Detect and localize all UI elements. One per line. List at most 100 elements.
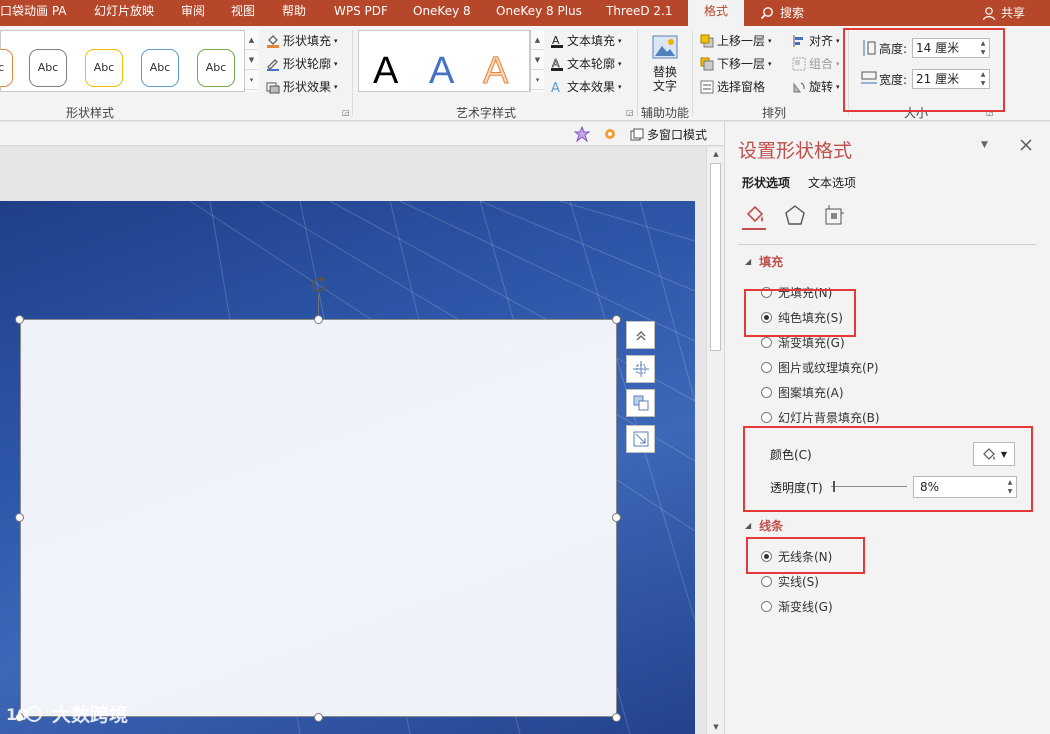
tab-threed[interactable]: ThreeD 2.1: [606, 0, 673, 26]
size-properties-icon[interactable]: [823, 204, 845, 226]
tab-slideshow[interactable]: 幻灯片放映: [94, 0, 154, 26]
group-label-shape-styles: 形状样式: [66, 106, 115, 120]
shape-effect-icon: [266, 82, 280, 93]
shape-style-orange[interactable]: Abc: [0, 49, 13, 87]
diagonal-arrow-icon: [633, 431, 648, 447]
resize-handle-ne[interactable]: [612, 315, 621, 324]
group-label-wordart: 艺术字样式: [456, 106, 517, 120]
shape-fill-button[interactable]: 形状填充 ▾: [266, 32, 338, 49]
send-backward-button[interactable]: 下移一层 ▾: [700, 55, 772, 72]
multi-window-button[interactable]: 多窗口模式: [630, 126, 707, 143]
effects-pentagon-icon[interactable]: [784, 204, 806, 226]
highlight-solid-fill: [744, 289, 856, 337]
group-label-accessibility: 辅助功能: [641, 106, 690, 120]
pane-options-icon[interactable]: ▼: [981, 140, 988, 150]
share-button[interactable]: 共享: [982, 0, 1025, 26]
search-box[interactable]: 搜索: [760, 0, 804, 26]
resize-shape-button[interactable]: [626, 425, 655, 453]
wordart-style-orange[interactable]: A: [482, 49, 508, 93]
share-label: 共享: [1001, 6, 1026, 20]
tab-wps-pdf[interactable]: WPS PDF: [334, 0, 388, 26]
gear-icon[interactable]: [602, 126, 618, 142]
resize-handle-n[interactable]: [314, 315, 323, 324]
close-icon[interactable]: [1020, 139, 1032, 151]
tab-format[interactable]: 格式: [688, 0, 744, 27]
dialog-launcher-icon[interactable]: ◲: [342, 108, 350, 117]
shape-style-gray[interactable]: Abc: [29, 49, 67, 87]
tab-onekey8[interactable]: OneKey 8: [413, 0, 471, 26]
text-fill-button[interactable]: A 文本填充 ▾: [550, 32, 622, 49]
tab-review[interactable]: 审阅: [181, 0, 205, 26]
fill-option-pattern[interactable]: 图案填充(A): [761, 384, 844, 401]
shape-style-gold[interactable]: Abc: [85, 49, 123, 87]
magic-star-icon[interactable]: [574, 126, 590, 142]
vertical-scrollbar[interactable]: ▲ ▼: [706, 147, 724, 734]
search-icon: [760, 7, 773, 20]
tab-onekey8-plus[interactable]: OneKey 8 Plus: [496, 0, 582, 26]
scroll-up-icon[interactable]: ▲: [531, 30, 544, 50]
layout-options-button[interactable]: [626, 321, 655, 349]
align-center-button[interactable]: [626, 355, 655, 383]
scroll-up-icon[interactable]: ▲: [245, 30, 258, 50]
radio-gradient-line[interactable]: [761, 601, 772, 612]
tab-shape-options[interactable]: 形状选项: [742, 174, 790, 191]
scroll-down-icon[interactable]: ▼: [707, 720, 725, 734]
active-tab-underline: [742, 228, 766, 230]
fill-section-header[interactable]: ◢ 填充: [745, 253, 783, 270]
resize-handle-nw[interactable]: [15, 315, 24, 324]
scroll-up-icon[interactable]: ▲: [707, 147, 725, 161]
wordart-scroll[interactable]: ▲ ▼ ▾: [530, 30, 544, 92]
radio-picture[interactable]: [761, 362, 772, 373]
shape-style-blue[interactable]: Abc: [141, 49, 179, 87]
selection-pane-button[interactable]: 选择窗格: [700, 78, 765, 95]
radio-pattern[interactable]: [761, 387, 772, 398]
shape-style-gallery: Abc Abc Abc Abc Abc: [0, 30, 258, 92]
tab-help[interactable]: 帮助: [282, 0, 306, 26]
fill-option-picture[interactable]: 图片或纹理填充(P): [761, 359, 879, 376]
wordart-style-black[interactable]: A: [373, 49, 398, 93]
text-effect-button[interactable]: A 文本效果 ▾: [550, 78, 622, 95]
resize-handle-s[interactable]: [314, 713, 323, 722]
line-option-gradient[interactable]: 渐变线(G): [761, 598, 833, 615]
scroll-down-icon[interactable]: ▼: [531, 50, 544, 70]
highlight-no-line: [746, 537, 865, 574]
svg-text:A: A: [551, 81, 560, 94]
wordart-style-blue[interactable]: A: [429, 49, 454, 93]
radio-gradient[interactable]: [761, 337, 772, 348]
arrange-order-button[interactable]: [626, 389, 655, 417]
more-icon[interactable]: ▾: [245, 70, 258, 90]
text-effect-icon: A: [551, 81, 560, 94]
watermark-logo-icon: 10: [6, 705, 42, 724]
scroll-thumb[interactable]: [710, 163, 721, 351]
target-icon: [632, 361, 649, 377]
resize-handle-e[interactable]: [612, 513, 621, 522]
rotate-handle-icon[interactable]: [307, 273, 331, 297]
tab-text-options[interactable]: 文本选项: [808, 174, 856, 191]
shape-style-green[interactable]: Abc: [197, 49, 235, 87]
shape-outline-button[interactable]: 形状轮廓 ▾: [266, 55, 338, 72]
line-section-header[interactable]: ◢ 线条: [745, 517, 783, 534]
resize-handle-se[interactable]: [612, 713, 621, 722]
radio-slide-background[interactable]: [761, 412, 772, 423]
more-icon[interactable]: ▾: [531, 70, 544, 90]
highlight-size: [843, 28, 1005, 112]
fill-line-icon[interactable]: [742, 204, 768, 226]
align-button[interactable]: 对齐 ▾: [792, 32, 840, 49]
fill-option-slide-background[interactable]: 幻灯片背景填充(B): [761, 409, 880, 426]
dialog-launcher-icon[interactable]: ◲: [626, 108, 634, 117]
group-button[interactable]: 组合 ▾: [792, 55, 840, 72]
text-outline-button[interactable]: A 文本轮廓 ▾: [550, 55, 622, 72]
rotate-button[interactable]: 旋转 ▾: [792, 78, 840, 95]
scroll-down-icon[interactable]: ▼: [245, 50, 258, 70]
resize-handle-w[interactable]: [15, 513, 24, 522]
shape-effect-button[interactable]: 形状效果 ▾: [266, 78, 338, 95]
alt-text-button[interactable]: 替换 文字: [648, 34, 682, 93]
bring-forward-button[interactable]: 上移一层 ▾: [700, 32, 772, 49]
tab-view[interactable]: 视图: [231, 0, 255, 26]
line-option-solid[interactable]: 实线(S): [761, 573, 819, 590]
tab-pocket-animation[interactable]: 口袋动画 PA: [0, 0, 67, 26]
selected-rectangle[interactable]: [20, 319, 617, 717]
radio-solid-line[interactable]: [761, 576, 772, 587]
bring-forward-icon: [700, 34, 714, 47]
shape-style-scroll[interactable]: ▲ ▼ ▾: [244, 30, 258, 92]
